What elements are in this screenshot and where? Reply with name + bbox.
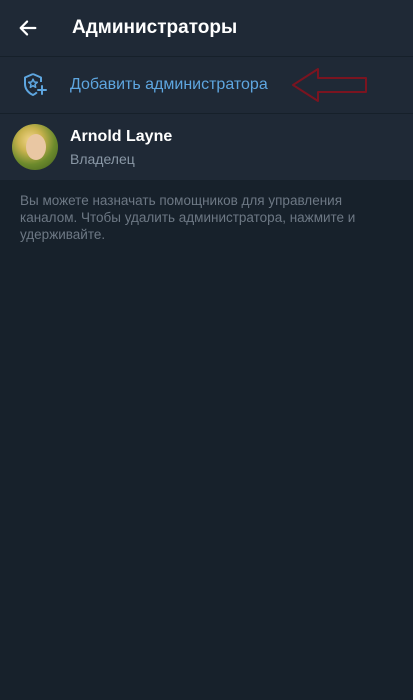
admin-role: Владелец (70, 150, 135, 167)
page-title: Администраторы (72, 17, 238, 38)
top-bar: Администраторы (0, 0, 413, 56)
app-screen: Администраторы Добавить администратора A… (0, 0, 413, 700)
arrow-left-icon (19, 20, 37, 36)
hint-text: Вы можете назначать помощников для управ… (20, 193, 356, 242)
add-admin-button[interactable]: Добавить администратора (0, 56, 413, 113)
admin-info: Arnold Layne Владелец (70, 128, 172, 167)
avatar-face (26, 134, 46, 160)
admins-panel: Добавить администратора Arnold Layne Вла… (0, 56, 413, 180)
add-admin-label: Добавить администратора (70, 76, 268, 93)
user-avatar (12, 124, 58, 170)
admin-list-item[interactable]: Arnold Layne Владелец (0, 113, 413, 180)
annotation-arrow-icon (290, 65, 370, 110)
admin-name: Arnold Layne (70, 127, 173, 145)
shield-star-add-icon (0, 71, 70, 99)
back-button[interactable] (0, 0, 56, 56)
